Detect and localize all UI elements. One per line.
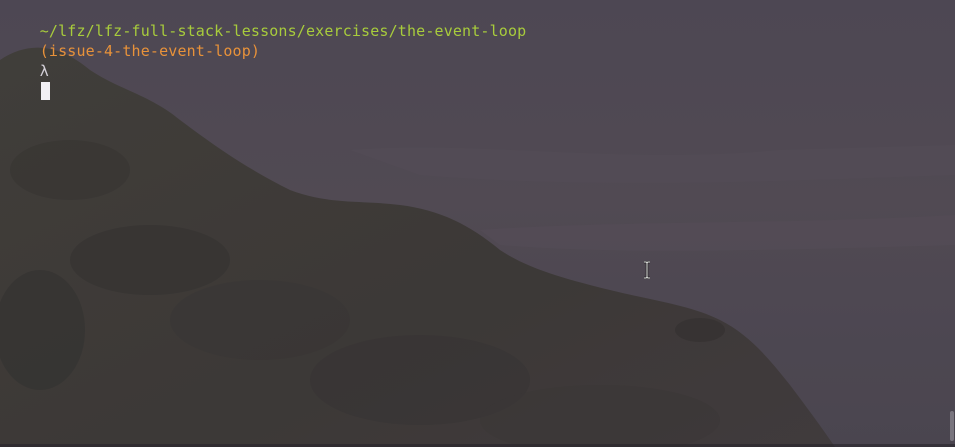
prompt-git-branch: (issue-4-the-event-loop): [39, 42, 261, 60]
prompt-path: ~/lfz/lfz-full-stack-lessons/exercises/t…: [39, 22, 527, 40]
shell-prompt[interactable]: ~/lfz/lfz-full-stack-lessons/exercises/t…: [3, 1, 526, 100]
vertical-scrollbar[interactable]: [949, 0, 955, 447]
terminal-window[interactable]: ~/lfz/lfz-full-stack-lessons/exercises/t…: [0, 0, 955, 447]
desktop-background-image: [0, 0, 955, 447]
prompt-symbol: λ: [39, 62, 49, 80]
text-cursor-ibeam-icon: [644, 261, 650, 279]
scrollbar-thumb[interactable]: [950, 411, 954, 441]
block-cursor-icon: [40, 82, 50, 100]
